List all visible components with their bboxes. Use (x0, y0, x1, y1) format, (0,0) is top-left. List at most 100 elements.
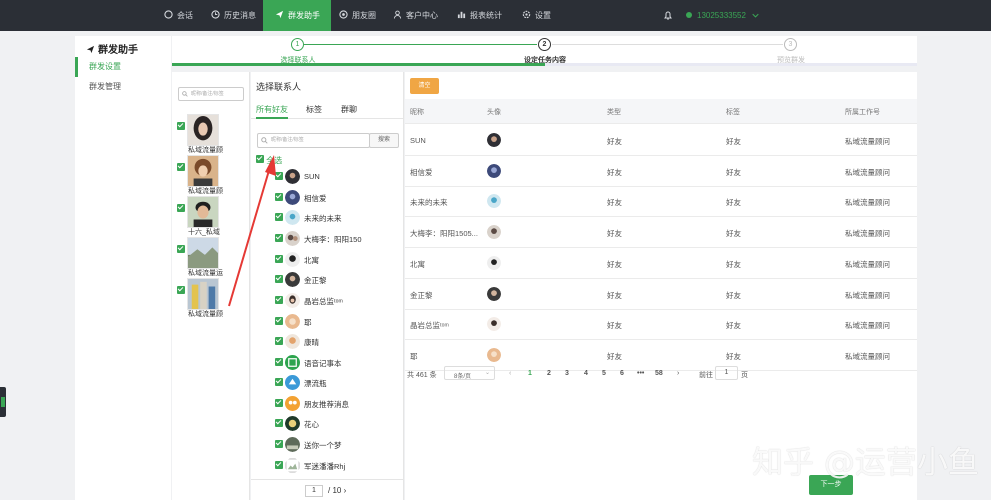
checkbox[interactable] (275, 213, 283, 221)
page-number-input[interactable]: 1 (305, 485, 323, 497)
nav-item-moments[interactable]: 朋友圈 (335, 0, 380, 31)
contacts-panel-title: 选择联系人 (256, 82, 302, 92)
checkbox[interactable] (256, 155, 264, 163)
contact-item[interactable]: 北寓 (275, 251, 403, 270)
checkbox[interactable] (177, 204, 185, 212)
tab-all-friends[interactable]: 所有好友 (256, 104, 288, 119)
checkbox[interactable] (275, 399, 283, 407)
checkbox[interactable] (177, 122, 185, 130)
page-number[interactable]: 4 (584, 370, 588, 377)
contact-item[interactable]: 金正黎 (275, 271, 403, 290)
avatar (487, 317, 501, 332)
checkbox[interactable] (275, 419, 283, 427)
checkbox[interactable] (275, 358, 283, 366)
cell-account: 私域流量顾问 (845, 321, 890, 331)
contact-item[interactable]: 送你一个梦 (275, 436, 403, 455)
goto-page-input[interactable]: 1 (715, 366, 738, 380)
checkbox[interactable] (275, 296, 283, 304)
step-3-circle: 3 (784, 38, 797, 51)
search-icon (261, 137, 268, 144)
search-button[interactable]: 搜索 (369, 133, 399, 148)
selected-contact-item[interactable]: 私域流量运 (177, 237, 247, 278)
cell-type: 好友 (607, 321, 622, 331)
tab-tags[interactable]: 标签 (306, 104, 322, 119)
selected-contact-item[interactable]: 私域流量顾 (177, 278, 247, 319)
cell-account: 私域流量顾问 (845, 229, 890, 239)
page-size-select[interactable]: 8条/页 ⌄ (444, 366, 495, 380)
sidebar-item-broadcast-settings[interactable]: 群发设置 (75, 57, 171, 77)
page-number[interactable]: 58 (655, 370, 663, 377)
checkbox[interactable] (177, 245, 185, 253)
prev-page-icon[interactable]: ‹ (509, 370, 511, 377)
page-number[interactable]: 2 (547, 370, 551, 377)
nav-item-customers[interactable]: 客户中心 (389, 0, 442, 31)
nav-item-history[interactable]: 历史消息 (207, 0, 260, 31)
checkbox[interactable] (275, 317, 283, 325)
side-handle[interactable] (0, 387, 6, 417)
next-page-icon[interactable]: › (677, 370, 679, 377)
checkbox[interactable] (275, 172, 283, 180)
tab-groups[interactable]: 群聊 (341, 104, 357, 119)
checkbox[interactable] (275, 378, 283, 386)
page-number[interactable]: 3 (565, 370, 569, 377)
watermark: 知乎 @运营小鱼 (752, 445, 979, 481)
nav-item-chat[interactable]: 会话 (160, 0, 197, 31)
cell-tag: 好友 (726, 351, 741, 361)
contact-item[interactable]: 漂流瓶 (275, 374, 403, 393)
selected-search-input[interactable]: 昵称/备注/标签 (178, 87, 244, 101)
sidebar-item-broadcast-management[interactable]: 群发管理 (75, 77, 171, 97)
contact-item[interactable]: 未来的未来 (275, 209, 403, 228)
checkbox[interactable] (177, 163, 185, 171)
checkbox[interactable] (275, 275, 283, 283)
avatar (285, 314, 300, 329)
contacts-search-input[interactable]: 昵称/备注/标签 (257, 133, 370, 148)
contact-item[interactable]: 语音记事本 (275, 354, 403, 373)
chevron-right-icon[interactable]: › (344, 486, 347, 495)
checkbox[interactable] (275, 193, 283, 201)
column-header-nickname: 昵称 (410, 109, 424, 116)
bell-icon[interactable] (663, 10, 673, 20)
page-number[interactable]: 6 (620, 370, 624, 377)
step-connector (304, 44, 537, 45)
contact-item[interactable]: 花心 (275, 415, 403, 434)
checkbox[interactable] (275, 461, 283, 469)
checkbox[interactable] (275, 234, 283, 242)
clear-button[interactable]: 清空 (410, 78, 439, 94)
left-sidebar: 群发助手 群发设置 群发管理 (75, 36, 171, 500)
send-icon (86, 45, 95, 54)
chevron-down-icon (752, 13, 759, 18)
selected-contact-item[interactable]: 私域流量顾 (177, 114, 247, 155)
checkbox[interactable] (177, 286, 185, 294)
contact-item[interactable]: 相信爱 (275, 189, 403, 208)
checkbox[interactable] (275, 255, 283, 263)
contact-item[interactable]: 大梅李：阳阳150 (275, 230, 403, 249)
contacts-pagination: 1 / 10 › (251, 479, 404, 500)
step-2-circle: 2 (538, 38, 551, 51)
avatar (487, 286, 501, 301)
cell-tag: 好友 (726, 198, 741, 208)
nav-item-reports[interactable]: 报表统计 (453, 0, 506, 31)
nav-item-broadcast[interactable]: 群发助手 (263, 0, 331, 31)
checkbox[interactable] (275, 337, 283, 345)
page-number[interactable]: 5 (602, 370, 606, 377)
avatar (285, 169, 300, 184)
contact-item[interactable]: 朋友推荐消息 (275, 395, 403, 414)
select-all-checkbox[interactable]: 全选 (256, 155, 282, 166)
contact-item[interactable]: SUN (275, 168, 403, 187)
table-header: 昵称 头像 类型 标签 所属工作号 (405, 99, 917, 124)
selected-contact-item[interactable]: 十六_私域 (177, 196, 247, 237)
contact-item[interactable]: 耶 (275, 313, 403, 332)
contact-item[interactable]: 晶岩总监ᵗᵒᵐ (275, 292, 403, 311)
page-number[interactable]: 1 (528, 370, 532, 377)
contact-item[interactable]: 康晴 (275, 333, 403, 352)
cell-nickname: 耶 (410, 351, 418, 361)
contact-item[interactable]: 军迷潘潘Rhj (275, 457, 403, 476)
user-account-dropdown[interactable]: 13025333552 (686, 0, 759, 31)
selected-contact-item[interactable]: 私域流量顾 (177, 155, 247, 196)
more-pages-icon[interactable]: ••• (637, 370, 644, 377)
table-row: 晶岩总监ᵗᵒᵐ 好友 好友 私域流量顾问 (405, 309, 917, 341)
avatar (285, 190, 300, 205)
checkbox[interactable] (275, 440, 283, 448)
avatar (187, 155, 219, 187)
nav-item-settings[interactable]: 设置 (518, 0, 555, 31)
